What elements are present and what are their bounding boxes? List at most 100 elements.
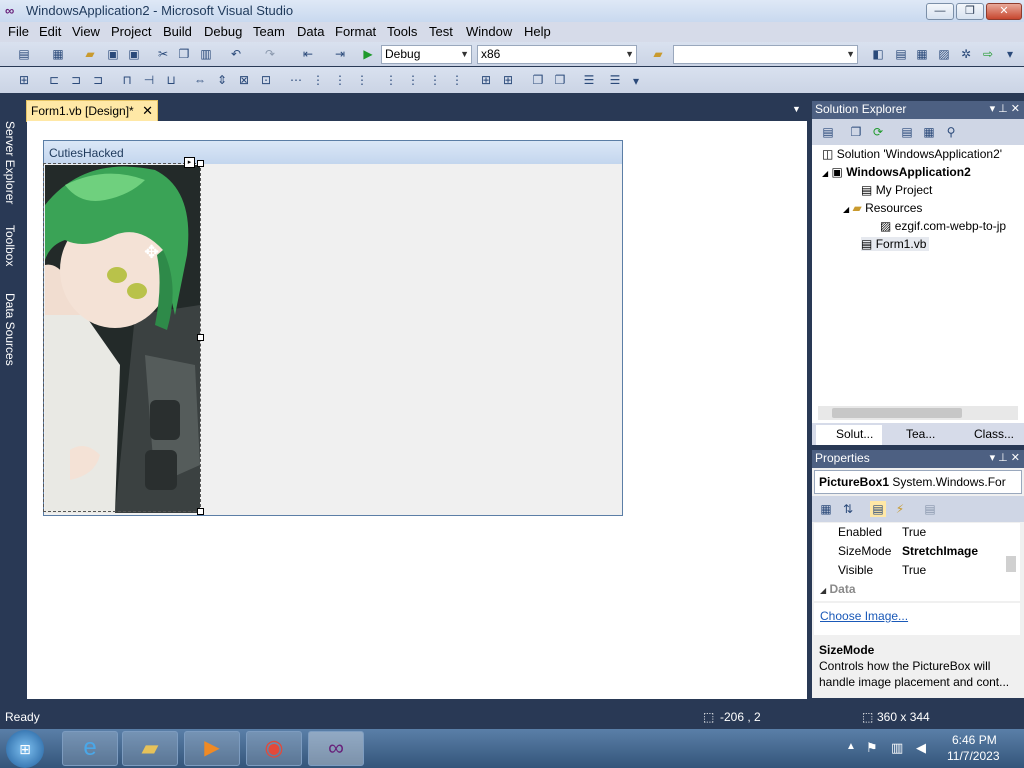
center-vertically-icon[interactable]: ⊞ xyxy=(500,72,516,88)
solution-configuration-select[interactable]: Debug ▼ xyxy=(381,45,472,64)
chrome-icon[interactable]: ◉ xyxy=(246,731,302,766)
vertical-spacing-equal-icon[interactable]: ⋮ xyxy=(383,72,399,88)
view-designer-icon[interactable]: ▦ xyxy=(921,124,937,140)
open-file-icon[interactable]: ▰ xyxy=(82,46,98,62)
add-item-icon[interactable]: ▦ xyxy=(50,46,66,62)
make-same-size-icon[interactable]: ⊡ xyxy=(258,72,274,88)
show-all-files-icon[interactable]: ❐ xyxy=(848,124,864,140)
center-horizontally-icon[interactable]: ⊞ xyxy=(478,72,494,88)
new-project-icon[interactable]: ▤ xyxy=(16,46,32,62)
find-combo[interactable]: ▼ xyxy=(673,45,858,64)
tree-item-form1[interactable]: ▤ Form1.vb xyxy=(861,237,930,251)
align-to-grid-icon[interactable]: ⊞ xyxy=(16,72,32,88)
navigate-backward-icon[interactable]: ⇤ xyxy=(300,46,316,62)
menu-project[interactable]: Project xyxy=(111,24,151,39)
toolbar-overflow-icon[interactable]: ▾ xyxy=(628,73,644,89)
extension-manager-icon[interactable]: ✲ xyxy=(958,46,974,62)
volume-icon[interactable]: ◀ xyxy=(916,740,926,756)
properties-icon[interactable]: ▤ xyxy=(820,124,836,140)
horizontal-spacing-remove-icon[interactable]: ⋮ xyxy=(354,72,370,88)
size-to-grid-icon[interactable]: ⊠ xyxy=(236,72,252,88)
property-row-visible[interactable]: Visible True xyxy=(834,561,1014,580)
tree-item-my-project[interactable]: ▤ My Project xyxy=(861,183,932,197)
save-icon[interactable]: ▣ xyxy=(105,46,121,62)
make-same-height-icon[interactable]: ⇕ xyxy=(214,72,230,88)
send-to-back-icon[interactable]: ❐ xyxy=(552,72,568,88)
align-middles-icon[interactable]: ⊣ xyxy=(141,72,157,88)
server-explorer-tab[interactable]: Server Explorer xyxy=(3,121,17,204)
menu-team[interactable]: Team xyxy=(253,24,285,39)
navigate-forward-icon[interactable]: ⇥ xyxy=(332,46,348,62)
properties-view-icon[interactable]: ▤ xyxy=(870,501,886,517)
find-in-files-icon[interactable]: ▰ xyxy=(650,46,666,62)
tab-solution-explorer[interactable]: Solut... xyxy=(816,425,882,445)
property-row-sizemode[interactable]: SizeMode StretchImage xyxy=(834,542,1014,561)
horizontal-spacing-decrease-icon[interactable]: ⋮ xyxy=(332,72,348,88)
menu-file[interactable]: File xyxy=(8,24,29,39)
copy-icon[interactable]: ❐ xyxy=(176,46,192,62)
clock-date[interactable]: 11/7/2023 xyxy=(947,749,1000,763)
horizontal-spacing-equal-icon[interactable]: ⋯ xyxy=(288,72,304,88)
minimize-button[interactable]: — xyxy=(926,3,954,20)
tab-dropdown-icon[interactable]: ▼ xyxy=(792,104,801,114)
tree-item-solution[interactable]: ◫ Solution 'WindowsApplication2' xyxy=(822,147,1002,161)
menu-tools[interactable]: Tools xyxy=(387,24,417,39)
horizontal-spacing-increase-icon[interactable]: ⋮ xyxy=(310,72,326,88)
scrollbar-thumb[interactable] xyxy=(832,408,962,418)
align-bottoms-icon[interactable]: ⊔ xyxy=(163,72,179,88)
cut-icon[interactable]: ✂ xyxy=(155,46,171,62)
toolbox-tab[interactable]: Toolbox xyxy=(3,225,17,266)
panel-controls-icon[interactable]: ▾ ⊥ ✕ xyxy=(990,101,1020,118)
menu-edit[interactable]: Edit xyxy=(39,24,61,39)
menu-test[interactable]: Test xyxy=(429,24,453,39)
file-explorer-icon[interactable]: ▰ xyxy=(122,731,178,766)
resize-handle[interactable] xyxy=(197,508,204,515)
tree-item-resources[interactable]: ◢ ▰ Resources xyxy=(843,201,922,215)
solution-explorer-icon[interactable]: ◧ xyxy=(870,46,886,62)
property-category-data[interactable]: ◢ Data xyxy=(820,580,1000,599)
property-scrollbar-thumb[interactable] xyxy=(1006,556,1016,572)
properties-window-icon[interactable]: ▤ xyxy=(893,46,909,62)
align-rights-icon[interactable]: ⊐ xyxy=(90,72,106,88)
menu-debug[interactable]: Debug xyxy=(204,24,242,39)
vertical-spacing-remove-icon[interactable]: ⋮ xyxy=(449,72,465,88)
network-icon[interactable]: ▥ xyxy=(891,740,903,756)
align-tops-icon[interactable]: ⊓ xyxy=(119,72,135,88)
start-debugging-icon[interactable]: ▶ xyxy=(360,46,376,62)
tab-form1-design[interactable]: Form1.vb [Design]* ✕ xyxy=(26,100,158,122)
start-page-icon[interactable]: ⇨ xyxy=(980,46,996,62)
lock-controls-icon[interactable]: ☰ xyxy=(607,72,623,88)
undo-icon[interactable]: ↶ xyxy=(228,46,244,62)
solution-platform-select[interactable]: x86 ▼ xyxy=(477,45,637,64)
menu-build[interactable]: Build xyxy=(163,24,192,39)
menu-help[interactable]: Help xyxy=(524,24,551,39)
toolbox-icon[interactable]: ▨ xyxy=(936,46,952,62)
make-same-width-icon[interactable]: ⇔ xyxy=(192,72,208,88)
resize-handle[interactable] xyxy=(197,334,204,341)
tab-class-view[interactable]: Class... xyxy=(954,425,1024,445)
internet-explorer-icon[interactable]: e xyxy=(62,731,118,766)
view-code-icon[interactable]: ▤ xyxy=(899,124,915,140)
data-sources-tab[interactable]: Data Sources xyxy=(3,293,17,366)
panel-controls-icon[interactable]: ▾ ⊥ ✕ xyxy=(990,450,1020,467)
vertical-spacing-increase-icon[interactable]: ⋮ xyxy=(405,72,421,88)
redo-icon[interactable]: ↷ xyxy=(262,46,278,62)
menu-format[interactable]: Format xyxy=(335,24,376,39)
object-browser-icon[interactable]: ▦ xyxy=(914,46,930,62)
smart-tag-icon[interactable]: ▸ xyxy=(184,157,195,168)
view-class-diagram-icon[interactable]: ⚲ xyxy=(943,124,959,140)
object-selector[interactable]: PictureBox1 System.Windows.For xyxy=(814,470,1022,494)
property-row-enabled[interactable]: Enabled True xyxy=(834,523,1014,542)
align-lefts-icon[interactable]: ⊏ xyxy=(46,72,62,88)
action-center-icon[interactable]: ⚑ xyxy=(866,740,878,756)
property-pages-icon[interactable]: ▤ xyxy=(922,501,938,517)
events-icon[interactable]: ⚡ xyxy=(892,501,908,517)
media-player-icon[interactable]: ▶ xyxy=(184,731,240,766)
show-hidden-icons-icon[interactable]: ▲ xyxy=(846,741,856,752)
vertical-spacing-decrease-icon[interactable]: ⋮ xyxy=(427,72,443,88)
paste-icon[interactable]: ▥ xyxy=(198,46,214,62)
close-window-button[interactable]: ✕ xyxy=(986,3,1022,20)
choose-image-link[interactable]: Choose Image... xyxy=(820,609,908,623)
save-all-icon[interactable]: ▣ xyxy=(126,46,142,62)
align-centers-icon[interactable]: ⊐ xyxy=(68,72,84,88)
